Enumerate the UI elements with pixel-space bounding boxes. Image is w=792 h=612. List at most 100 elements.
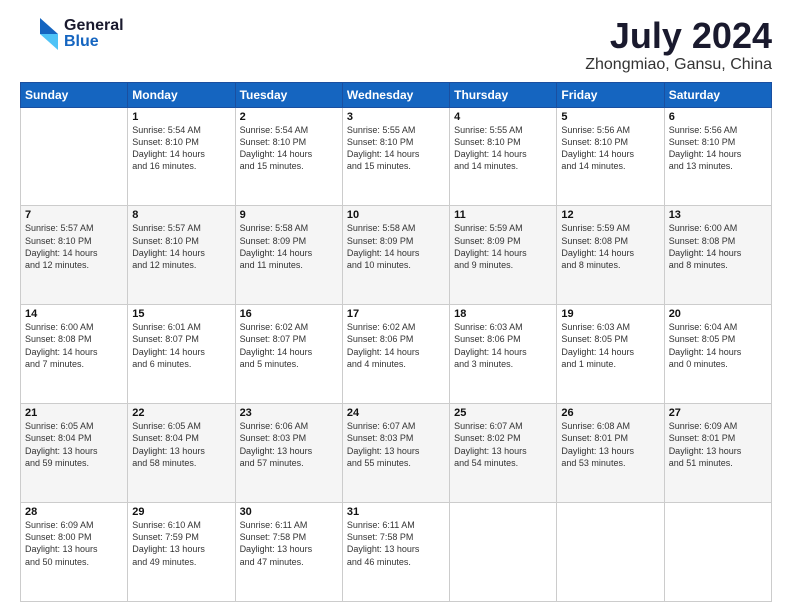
col-tuesday: Tuesday (235, 82, 342, 107)
calendar-cell: 9Sunrise: 5:58 AMSunset: 8:09 PMDaylight… (235, 206, 342, 305)
calendar-week-3: 14Sunrise: 6:00 AMSunset: 8:08 PMDayligh… (21, 305, 772, 404)
day-info: Sunrise: 5:58 AMSunset: 8:09 PMDaylight:… (347, 222, 445, 271)
logo-text: General Blue (64, 18, 124, 50)
day-number: 20 (669, 308, 767, 320)
calendar-week-4: 21Sunrise: 6:05 AMSunset: 8:04 PMDayligh… (21, 404, 772, 503)
day-info: Sunrise: 5:58 AMSunset: 8:09 PMDaylight:… (240, 222, 338, 271)
calendar-cell: 19Sunrise: 6:03 AMSunset: 8:05 PMDayligh… (557, 305, 664, 404)
calendar-cell: 6Sunrise: 5:56 AMSunset: 8:10 PMDaylight… (664, 107, 771, 206)
day-info: Sunrise: 6:11 AMSunset: 7:58 PMDaylight:… (347, 519, 445, 568)
calendar-cell (21, 107, 128, 206)
day-number: 12 (561, 209, 659, 221)
day-info: Sunrise: 6:07 AMSunset: 8:02 PMDaylight:… (454, 420, 552, 469)
day-info: Sunrise: 6:05 AMSunset: 8:04 PMDaylight:… (25, 420, 123, 469)
day-number: 23 (240, 407, 338, 419)
calendar-cell: 3Sunrise: 5:55 AMSunset: 8:10 PMDaylight… (342, 107, 449, 206)
calendar-cell: 14Sunrise: 6:00 AMSunset: 8:08 PMDayligh… (21, 305, 128, 404)
calendar-cell: 24Sunrise: 6:07 AMSunset: 8:03 PMDayligh… (342, 404, 449, 503)
day-info: Sunrise: 6:03 AMSunset: 8:05 PMDaylight:… (561, 321, 659, 370)
day-number: 6 (669, 111, 767, 123)
day-info: Sunrise: 6:04 AMSunset: 8:05 PMDaylight:… (669, 321, 767, 370)
calendar-table: Sunday Monday Tuesday Wednesday Thursday… (20, 82, 772, 602)
day-number: 1 (132, 111, 230, 123)
day-info: Sunrise: 6:08 AMSunset: 8:01 PMDaylight:… (561, 420, 659, 469)
calendar-cell: 13Sunrise: 6:00 AMSunset: 8:08 PMDayligh… (664, 206, 771, 305)
calendar-cell: 8Sunrise: 5:57 AMSunset: 8:10 PMDaylight… (128, 206, 235, 305)
calendar-cell: 25Sunrise: 6:07 AMSunset: 8:02 PMDayligh… (450, 404, 557, 503)
day-number: 14 (25, 308, 123, 320)
header: General Blue July 2024 Zhongmiao, Gansu,… (20, 16, 772, 74)
day-info: Sunrise: 5:55 AMSunset: 8:10 PMDaylight:… (454, 124, 552, 173)
day-info: Sunrise: 6:09 AMSunset: 8:01 PMDaylight:… (669, 420, 767, 469)
calendar-cell: 17Sunrise: 6:02 AMSunset: 8:06 PMDayligh… (342, 305, 449, 404)
col-saturday: Saturday (664, 82, 771, 107)
day-info: Sunrise: 5:56 AMSunset: 8:10 PMDaylight:… (561, 124, 659, 173)
day-number: 19 (561, 308, 659, 320)
calendar-cell: 21Sunrise: 6:05 AMSunset: 8:04 PMDayligh… (21, 404, 128, 503)
calendar-cell: 7Sunrise: 5:57 AMSunset: 8:10 PMDaylight… (21, 206, 128, 305)
day-number: 7 (25, 209, 123, 221)
calendar-title: July 2024 (585, 16, 772, 56)
day-number: 4 (454, 111, 552, 123)
calendar-cell: 12Sunrise: 5:59 AMSunset: 8:08 PMDayligh… (557, 206, 664, 305)
day-number: 2 (240, 111, 338, 123)
col-wednesday: Wednesday (342, 82, 449, 107)
day-info: Sunrise: 5:55 AMSunset: 8:10 PMDaylight:… (347, 124, 445, 173)
day-info: Sunrise: 6:00 AMSunset: 8:08 PMDaylight:… (669, 222, 767, 271)
logo: General Blue (20, 16, 124, 52)
calendar-cell: 22Sunrise: 6:05 AMSunset: 8:04 PMDayligh… (128, 404, 235, 503)
day-number: 24 (347, 407, 445, 419)
calendar-header: Sunday Monday Tuesday Wednesday Thursday… (21, 82, 772, 107)
header-row: Sunday Monday Tuesday Wednesday Thursday… (21, 82, 772, 107)
calendar-cell: 29Sunrise: 6:10 AMSunset: 7:59 PMDayligh… (128, 503, 235, 602)
day-info: Sunrise: 5:57 AMSunset: 8:10 PMDaylight:… (25, 222, 123, 271)
day-info: Sunrise: 6:11 AMSunset: 7:58 PMDaylight:… (240, 519, 338, 568)
day-info: Sunrise: 5:59 AMSunset: 8:08 PMDaylight:… (561, 222, 659, 271)
calendar-cell: 4Sunrise: 5:55 AMSunset: 8:10 PMDaylight… (450, 107, 557, 206)
logo-icon (20, 16, 60, 52)
calendar-cell: 10Sunrise: 5:58 AMSunset: 8:09 PMDayligh… (342, 206, 449, 305)
logo-general: General (64, 18, 124, 34)
day-info: Sunrise: 6:02 AMSunset: 8:06 PMDaylight:… (347, 321, 445, 370)
calendar-cell (450, 503, 557, 602)
day-number: 25 (454, 407, 552, 419)
day-number: 29 (132, 506, 230, 518)
col-monday: Monday (128, 82, 235, 107)
calendar-body: 1Sunrise: 5:54 AMSunset: 8:10 PMDaylight… (21, 107, 772, 601)
day-number: 9 (240, 209, 338, 221)
calendar-subtitle: Zhongmiao, Gansu, China (585, 56, 772, 74)
calendar-cell: 27Sunrise: 6:09 AMSunset: 8:01 PMDayligh… (664, 404, 771, 503)
title-block: July 2024 Zhongmiao, Gansu, China (585, 16, 772, 74)
day-info: Sunrise: 6:07 AMSunset: 8:03 PMDaylight:… (347, 420, 445, 469)
calendar-cell: 2Sunrise: 5:54 AMSunset: 8:10 PMDaylight… (235, 107, 342, 206)
day-info: Sunrise: 6:10 AMSunset: 7:59 PMDaylight:… (132, 519, 230, 568)
day-number: 15 (132, 308, 230, 320)
day-number: 10 (347, 209, 445, 221)
calendar-cell (557, 503, 664, 602)
day-info: Sunrise: 5:57 AMSunset: 8:10 PMDaylight:… (132, 222, 230, 271)
calendar-cell: 31Sunrise: 6:11 AMSunset: 7:58 PMDayligh… (342, 503, 449, 602)
day-info: Sunrise: 6:03 AMSunset: 8:06 PMDaylight:… (454, 321, 552, 370)
day-info: Sunrise: 5:54 AMSunset: 8:10 PMDaylight:… (240, 124, 338, 173)
page: General Blue July 2024 Zhongmiao, Gansu,… (0, 0, 792, 612)
calendar-cell: 5Sunrise: 5:56 AMSunset: 8:10 PMDaylight… (557, 107, 664, 206)
calendar-week-1: 1Sunrise: 5:54 AMSunset: 8:10 PMDaylight… (21, 107, 772, 206)
calendar-cell: 1Sunrise: 5:54 AMSunset: 8:10 PMDaylight… (128, 107, 235, 206)
day-info: Sunrise: 6:02 AMSunset: 8:07 PMDaylight:… (240, 321, 338, 370)
day-number: 17 (347, 308, 445, 320)
day-number: 8 (132, 209, 230, 221)
day-info: Sunrise: 6:01 AMSunset: 8:07 PMDaylight:… (132, 321, 230, 370)
day-info: Sunrise: 6:09 AMSunset: 8:00 PMDaylight:… (25, 519, 123, 568)
day-info: Sunrise: 5:56 AMSunset: 8:10 PMDaylight:… (669, 124, 767, 173)
logo-blue: Blue (64, 34, 124, 50)
day-info: Sunrise: 6:05 AMSunset: 8:04 PMDaylight:… (132, 420, 230, 469)
calendar-cell: 23Sunrise: 6:06 AMSunset: 8:03 PMDayligh… (235, 404, 342, 503)
calendar-cell: 16Sunrise: 6:02 AMSunset: 8:07 PMDayligh… (235, 305, 342, 404)
day-number: 3 (347, 111, 445, 123)
day-number: 28 (25, 506, 123, 518)
day-info: Sunrise: 6:06 AMSunset: 8:03 PMDaylight:… (240, 420, 338, 469)
calendar-week-5: 28Sunrise: 6:09 AMSunset: 8:00 PMDayligh… (21, 503, 772, 602)
day-info: Sunrise: 6:00 AMSunset: 8:08 PMDaylight:… (25, 321, 123, 370)
calendar-cell: 20Sunrise: 6:04 AMSunset: 8:05 PMDayligh… (664, 305, 771, 404)
day-info: Sunrise: 5:54 AMSunset: 8:10 PMDaylight:… (132, 124, 230, 173)
